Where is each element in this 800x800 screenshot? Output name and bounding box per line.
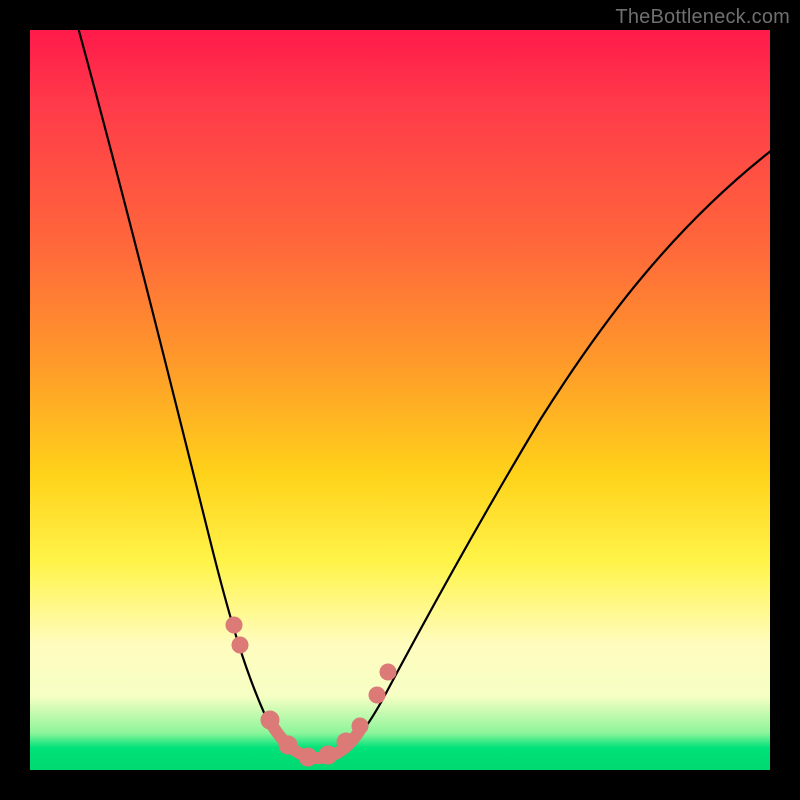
curve-layer xyxy=(30,30,770,770)
marker-point xyxy=(299,748,317,766)
plot-area xyxy=(30,30,770,770)
marker-point xyxy=(261,711,279,729)
watermark-text: TheBottleneck.com xyxy=(615,6,790,29)
chart-frame: TheBottleneck.com xyxy=(0,0,800,800)
marker-point xyxy=(232,637,248,653)
marker-point xyxy=(369,687,385,703)
marker-point xyxy=(279,736,297,754)
marker-point xyxy=(352,718,368,734)
marker-point xyxy=(380,664,396,680)
bottleneck-curve xyxy=(76,30,770,760)
marker-point xyxy=(226,617,242,633)
marker-point xyxy=(319,746,337,764)
marker-point xyxy=(337,733,355,751)
